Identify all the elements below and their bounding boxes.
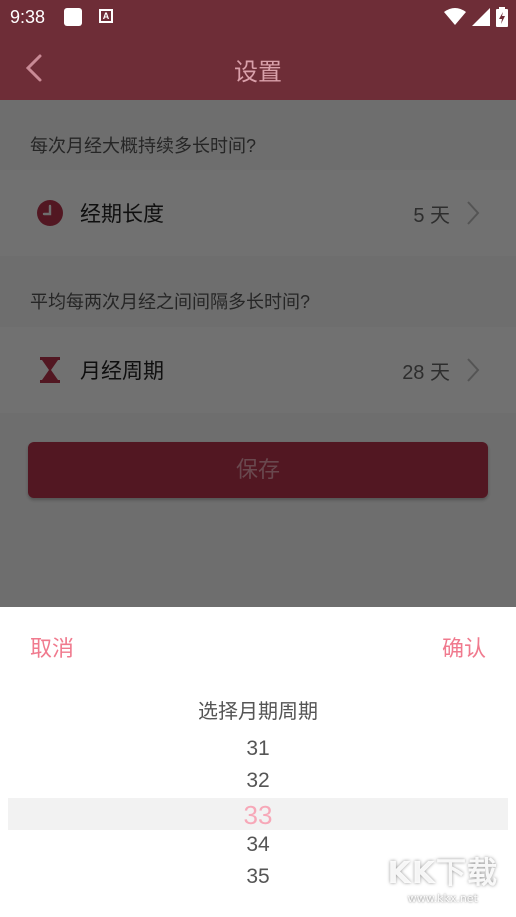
period-length-label: 经期长度 <box>80 203 164 226</box>
clock-icon <box>37 200 63 226</box>
picker-option[interactable]: 32 <box>0 769 516 793</box>
cycle-length-row[interactable]: 月经周期 28 天 <box>0 327 516 413</box>
cancel-button[interactable]: 取消 <box>30 631 74 663</box>
confirm-button[interactable]: 确认 <box>442 631 486 663</box>
notification-a-icon: A <box>99 9 113 23</box>
watermark-logo: KK下载 <box>387 856 498 891</box>
settings-content: 每次月经大概持续多长时间? 经期长度 5 天 平均每两次月经之间间隔多长时间? … <box>0 100 516 607</box>
chevron-right-icon <box>467 358 480 382</box>
signal-icon <box>472 8 490 26</box>
cycle-length-value: 28 天 <box>402 362 450 384</box>
app-bar: 设置 <box>0 36 516 100</box>
cycle-question: 平均每两次月经之间间隔多长时间? <box>30 292 311 312</box>
picker-option-selected[interactable]: 33 <box>0 800 516 831</box>
watermark-url: www.kkx.net <box>407 892 478 905</box>
status-bar: 9:38 A <box>0 0 516 36</box>
picker-sheet: 取消 确认 选择月期周期 31 32 33 34 35 KK下载 www.kkx… <box>0 607 516 917</box>
period-question: 每次月经大概持续多长时间? <box>30 136 257 156</box>
screen: 9:38 A 设置 每次月经大概持续多长时间? 经期长度 5 天 平均每两次月经… <box>0 0 516 917</box>
period-length-row[interactable]: 经期长度 5 天 <box>0 170 516 256</box>
status-time: 9:38 <box>10 7 46 27</box>
cycle-length-label: 月经周期 <box>80 360 164 383</box>
chevron-right-icon <box>467 201 480 225</box>
save-button[interactable]: 保存 <box>28 442 488 498</box>
picker-option[interactable]: 31 <box>0 737 516 761</box>
hourglass-icon <box>40 357 60 383</box>
status-icons <box>444 6 508 28</box>
watermark: KK下载 www.kkx.net <box>388 848 499 905</box>
wifi-icon <box>444 8 466 25</box>
notification-square-icon <box>64 8 82 26</box>
period-length-value: 5 天 <box>413 205 450 227</box>
picker-title: 选择月期周期 <box>198 701 318 723</box>
battery-icon <box>496 7 508 27</box>
page-title: 设置 <box>234 59 282 86</box>
